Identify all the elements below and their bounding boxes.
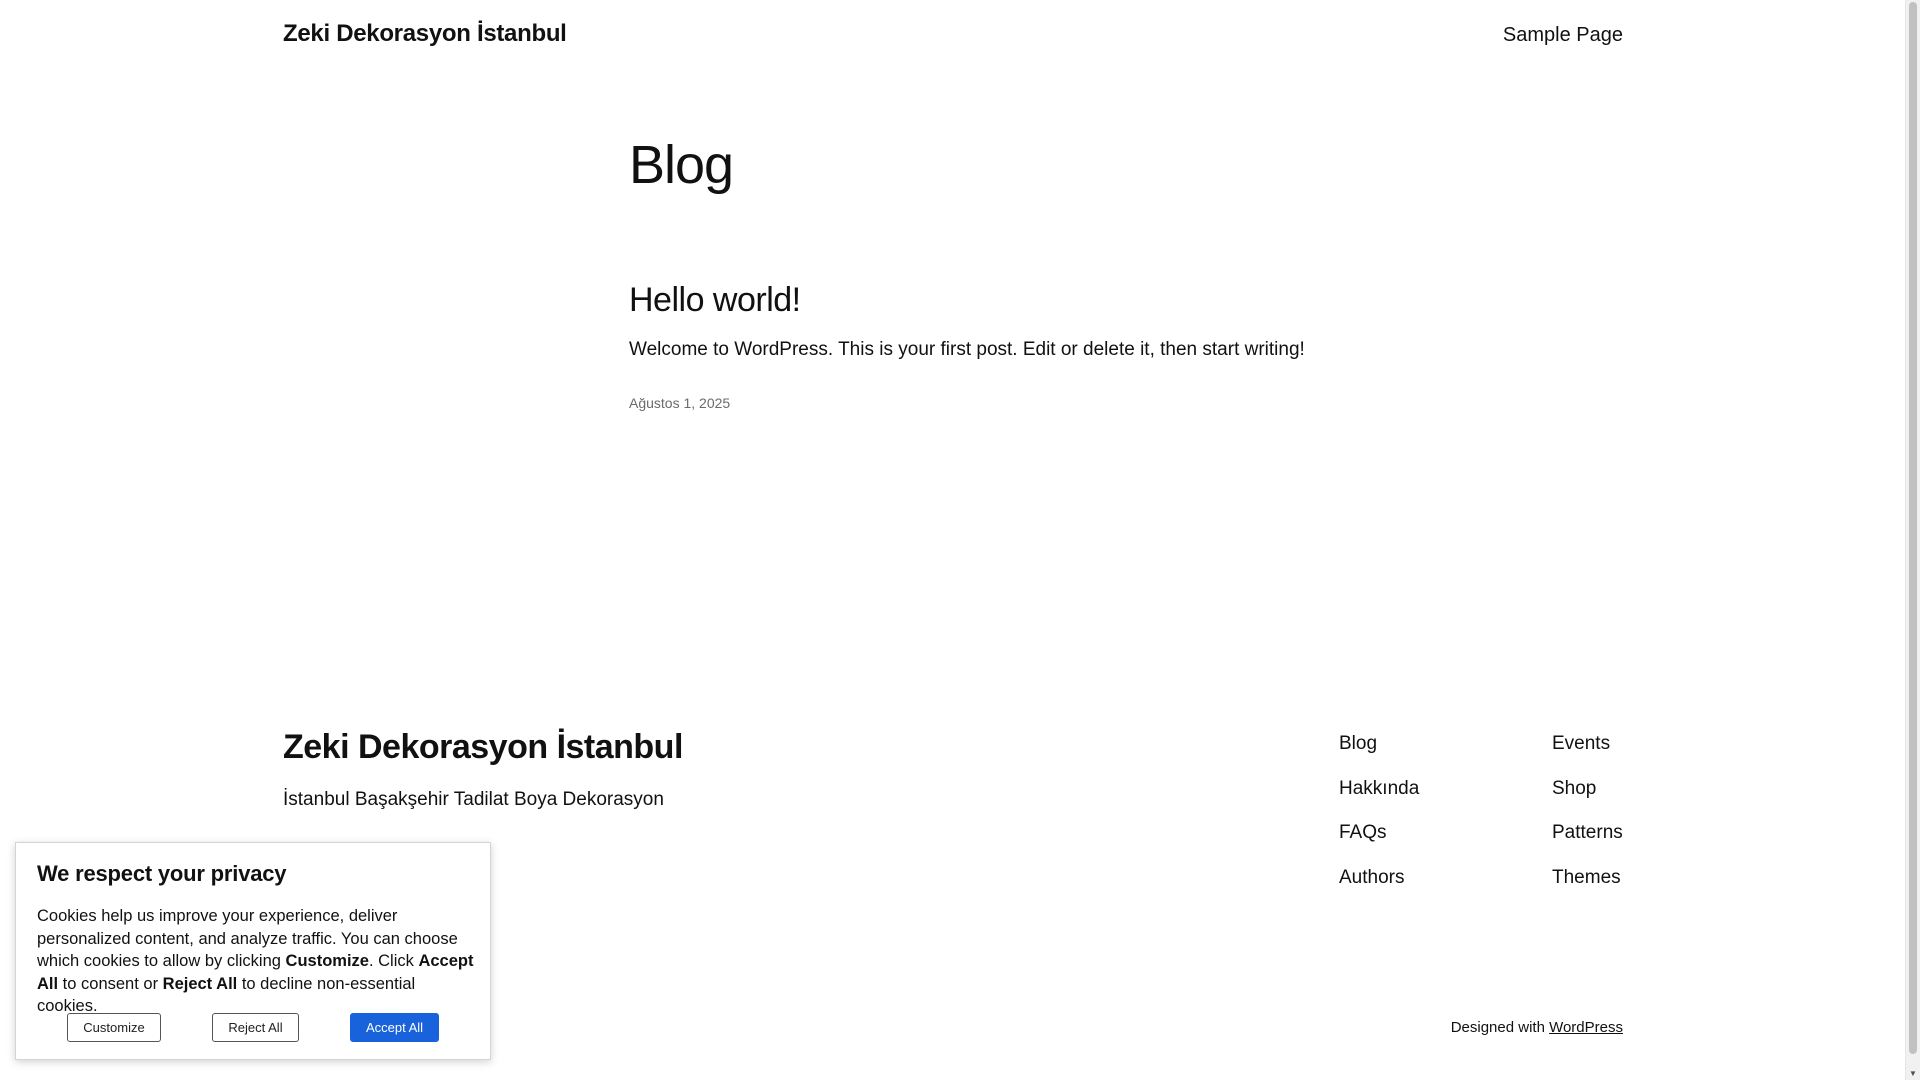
- post-title-link[interactable]: Hello world!: [629, 281, 801, 320]
- footer-tagline: İstanbul Başakşehir Tadilat Boya Dekoras…: [283, 789, 664, 810]
- cookie-consent-banner: We respect your privacy Cookies help us …: [15, 842, 491, 1060]
- credits-prefix: Designed with: [1450, 1019, 1545, 1036]
- footer-link-blog[interactable]: Blog: [1339, 732, 1419, 777]
- site-title-link[interactable]: Zeki Dekorasyon İstanbul: [283, 20, 567, 48]
- footer-link-faqs[interactable]: FAQs: [1339, 821, 1419, 866]
- footer-credits: Designed with WordPress: [1451, 1019, 1623, 1036]
- reject-all-button[interactable]: Reject All: [212, 1013, 299, 1042]
- accept-all-button[interactable]: Accept All: [350, 1013, 439, 1042]
- cookie-banner-title: We respect your privacy: [37, 861, 287, 886]
- cookie-text-part2: . Click: [368, 952, 419, 970]
- nav-sample-page-link[interactable]: Sample Page: [1503, 24, 1623, 47]
- scrollbar-thumb[interactable]: [1909, 2, 1917, 1054]
- footer-link-hakkinda[interactable]: Hakkında: [1339, 777, 1419, 822]
- scroll-down-arrow-icon[interactable]: ▼: [1908, 1068, 1918, 1078]
- footer-link-themes[interactable]: Themes: [1552, 866, 1623, 911]
- footer-nav-column-1: Blog Hakkında FAQs Authors: [1339, 732, 1419, 910]
- footer-nav-column-2: Events Shop Patterns Themes: [1552, 732, 1623, 910]
- cookie-banner-description: Cookies help us improve your experience,…: [37, 905, 477, 1018]
- cookie-text-part3: to consent or: [58, 974, 163, 993]
- wordpress-link[interactable]: WordPress: [1549, 1019, 1623, 1036]
- footer-link-patterns[interactable]: Patterns: [1552, 821, 1623, 866]
- footer-link-authors[interactable]: Authors: [1339, 866, 1419, 911]
- footer-link-events[interactable]: Events: [1552, 732, 1623, 777]
- vertical-scrollbar[interactable]: ▼: [1905, 0, 1920, 1080]
- customize-button[interactable]: Customize: [67, 1013, 161, 1042]
- page-title: Blog: [629, 135, 734, 195]
- post-date-link[interactable]: Ağustos 1, 2025: [629, 395, 730, 411]
- footer-link-shop[interactable]: Shop: [1552, 777, 1623, 822]
- footer-site-title-link[interactable]: Zeki Dekorasyon İstanbul: [283, 728, 683, 767]
- post-excerpt: Welcome to WordPress. This is your first…: [629, 339, 1305, 360]
- cookie-text-reject-all: Reject All: [162, 974, 238, 993]
- cookie-text-customize: Customize: [285, 952, 369, 970]
